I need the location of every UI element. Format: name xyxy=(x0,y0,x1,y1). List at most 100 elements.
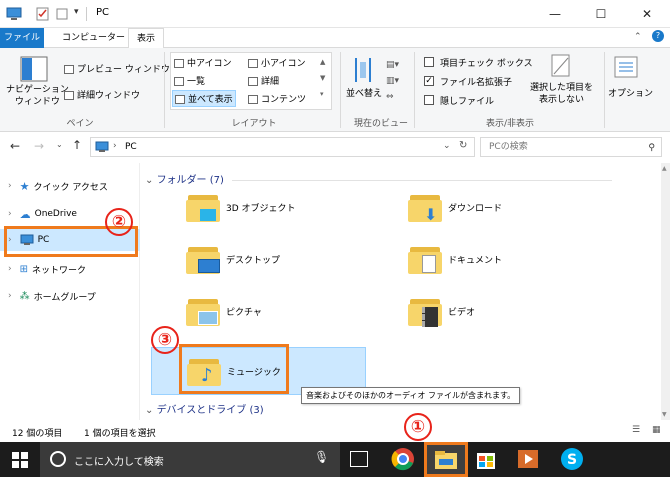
tiles-icon xyxy=(175,95,185,104)
nav-item-label: ネットワーク xyxy=(32,265,87,276)
skype-icon[interactable]: S xyxy=(560,447,585,472)
expand-icon[interactable]: › xyxy=(8,264,12,274)
status-bar: 12 個の項目 1 個の項目を選択 ☰ ▦ xyxy=(0,420,670,442)
properties-icon[interactable] xyxy=(36,7,49,21)
network-icon: ⊞ xyxy=(19,263,28,275)
drives-group-header[interactable]: ⌄ デバイスとドライブ (3) xyxy=(145,401,264,416)
group-label-pane: ペイン xyxy=(66,119,94,129)
preview-pane-button[interactable]: プレビュー ウィンドウ xyxy=(64,62,170,75)
address-bar[interactable]: › PC ⌄ ↻ xyxy=(90,137,475,157)
forward-arrow-icon[interactable]: → xyxy=(34,139,44,153)
hide-selected-button[interactable]: 選択した項目を 表示しない xyxy=(530,82,593,106)
microphone-icon[interactable]: 🎙 xyxy=(314,450,329,464)
options-button[interactable]: オプション xyxy=(608,86,653,99)
back-arrow-icon[interactable]: ← xyxy=(10,139,20,153)
search-icon: ⚲ xyxy=(648,143,655,153)
layout-content[interactable]: コンテンツ xyxy=(248,92,306,105)
quick-access-dropdown[interactable]: ▾ xyxy=(74,7,79,21)
nav-item-label: クイック アクセス xyxy=(33,182,108,193)
breadcrumb-separator[interactable]: › xyxy=(113,141,117,151)
tab-view[interactable]: 表示 xyxy=(128,28,165,49)
minimize-button[interactable]: — xyxy=(532,0,578,28)
recent-dropdown-icon[interactable]: ⌄ xyxy=(56,140,63,149)
details-pane-button[interactable]: 詳細ウィンドウ xyxy=(64,88,140,101)
folder-item[interactable]: ビデオ xyxy=(363,289,563,333)
address-row: ← → ⌄ ↑ › PC ⌄ ↻ PCの検索 ⚲ xyxy=(0,132,670,162)
highlight-box-explorer xyxy=(424,442,468,477)
help-icon[interactable]: ? xyxy=(652,30,664,42)
taskbar-search-text: ここに入力して検索 xyxy=(74,457,164,468)
nav-item-label: OneDrive xyxy=(34,209,77,219)
folder-label: デスクトップ xyxy=(226,255,281,266)
cloud-icon: ☁ xyxy=(19,207,31,221)
new-folder-icon[interactable] xyxy=(56,7,68,21)
drives-header-label: デバイスとドライブ (3) xyxy=(156,405,264,416)
star-icon: ★ xyxy=(19,179,30,193)
navigation-pane-icon xyxy=(20,56,48,82)
list-icon xyxy=(174,77,184,86)
expand-icon[interactable]: › xyxy=(8,291,12,301)
maximize-button[interactable]: ☐ xyxy=(578,0,624,28)
layout-label: 小アイコン xyxy=(261,59,306,69)
computer-icon xyxy=(95,141,109,152)
expand-icon[interactable]: › xyxy=(8,181,12,191)
size-columns-icon[interactable]: ⇔ xyxy=(386,92,394,102)
expand-icon[interactable]: › xyxy=(8,209,12,219)
vertical-scrollbar[interactable]: ▲ ▼ xyxy=(661,163,670,420)
nav-item-network[interactable]: › ⊞ ネットワーク xyxy=(0,258,140,280)
address-dropdown-icon[interactable]: ⌄ xyxy=(443,141,451,151)
folder-item[interactable]: ⬇ ダウンロード xyxy=(363,185,563,229)
store-icon[interactable] xyxy=(474,447,499,472)
layout-tiles[interactable]: 並べて表示 xyxy=(172,90,236,107)
folder-item[interactable]: デスクトップ xyxy=(141,237,341,281)
nav-item-homegroup[interactable]: › ⁂ ホームグループ xyxy=(0,285,140,307)
layout-details[interactable]: 詳細 xyxy=(248,74,279,87)
folders-group-header[interactable]: ⌄ フォルダー (7) xyxy=(145,171,612,186)
group-label-current-view: 現在のビュー xyxy=(353,119,408,129)
details-view-icon[interactable]: ☰ xyxy=(632,425,640,435)
layout-small-icons[interactable]: 小アイコン xyxy=(248,56,306,69)
folder-item[interactable]: 3D オブジェクト xyxy=(141,185,341,229)
title-separator xyxy=(86,7,87,21)
folder-label: ピクチャ xyxy=(226,307,262,318)
layout-medium-icons[interactable]: 中アイコン xyxy=(174,56,232,69)
group-label-show-hide: 表示/非表示 xyxy=(485,119,535,129)
taskbar-search-box[interactable]: ここに入力して検索 🎙 xyxy=(40,442,340,477)
sort-button[interactable]: 並べ替え xyxy=(346,86,382,99)
layout-list[interactable]: 一覧 xyxy=(174,74,205,87)
preview-pane-label: プレビュー ウィンドウ xyxy=(77,65,170,75)
layout-label: 中アイコン xyxy=(187,59,232,69)
chrome-icon[interactable] xyxy=(391,447,416,472)
navigation-pane: › ★ クイック アクセス › ☁ OneDrive › PC › ⊞ ネットワーク › ⁂ ホー… xyxy=(0,163,140,420)
large-icons-view-icon[interactable]: ▦ xyxy=(652,425,661,435)
add-columns-icon[interactable]: ▥▾ xyxy=(386,76,399,86)
file-ext-checkbox[interactable]: ✓ xyxy=(424,76,434,86)
tab-computer[interactable]: コンピューター xyxy=(54,28,133,48)
downloads-folder-icon: ⬇ xyxy=(408,191,442,224)
up-arrow-icon[interactable]: ↑ xyxy=(72,138,82,152)
desktop-folder-icon xyxy=(186,243,220,275)
task-view-icon[interactable] xyxy=(350,451,368,467)
item-checkbox-toggle[interactable] xyxy=(424,57,434,67)
refresh-icon[interactable]: ↻ xyxy=(459,140,467,151)
nav-item-quick-access[interactable]: › ★ クイック アクセス xyxy=(0,175,140,197)
navigation-pane-button[interactable]: ナビゲーション ウィンドウ xyxy=(6,84,69,108)
breadcrumb-pc[interactable]: PC xyxy=(125,142,137,152)
group-by-icon[interactable]: ▤▾ xyxy=(386,60,399,70)
search-input[interactable]: PCの検索 ⚲ xyxy=(480,137,662,157)
title-bar: ▾ PC — ☐ ✕ xyxy=(0,0,670,28)
layout-scroll-arrows[interactable]: ▲ ▼ ▾ xyxy=(320,54,325,102)
callout-1: ① xyxy=(404,413,432,441)
ribbon-separator xyxy=(414,52,415,128)
documents-folder-icon xyxy=(408,243,442,275)
hidden-files-checkbox[interactable] xyxy=(424,95,434,105)
ribbon: ナビゲーション ウィンドウ プレビュー ウィンドウ 詳細ウィンドウ ペイン 中ア… xyxy=(0,48,670,132)
windows-start-icon[interactable] xyxy=(12,452,28,468)
media-player-icon[interactable] xyxy=(516,447,541,472)
tab-file[interactable]: ファイル xyxy=(0,28,44,48)
folder-item[interactable]: ドキュメント xyxy=(363,237,563,281)
collapse-ribbon-icon[interactable]: ⌃ xyxy=(634,32,642,42)
close-button[interactable]: ✕ xyxy=(624,0,670,28)
search-placeholder: PCの検索 xyxy=(489,142,528,152)
hidden-files-label: 隠しファイル xyxy=(440,97,495,107)
